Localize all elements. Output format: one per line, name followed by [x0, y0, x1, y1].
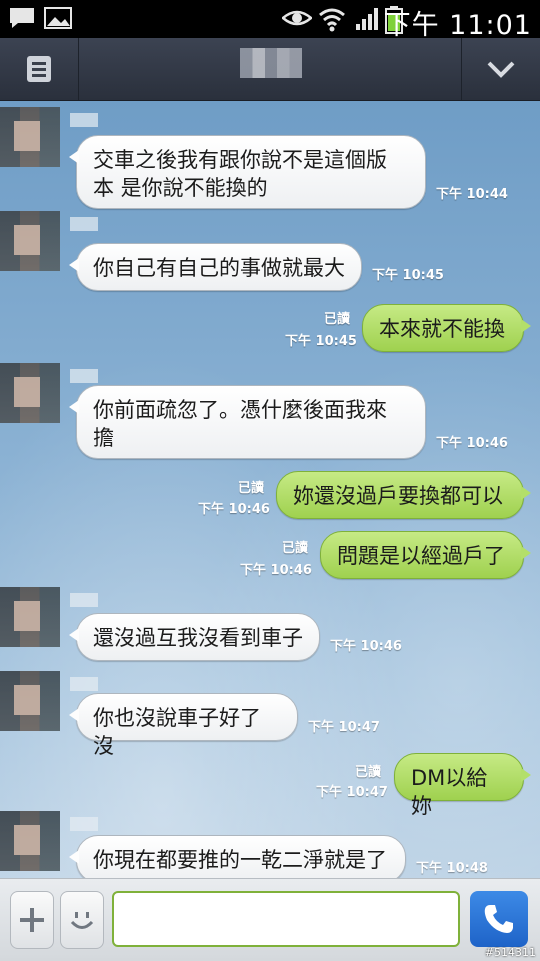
- read-receipt: 已讀: [282, 541, 309, 556]
- avatar[interactable]: [0, 587, 60, 647]
- message-time: 下午 10:45: [285, 334, 357, 349]
- message-text: 妳還沒過戶要換都可以: [293, 484, 503, 508]
- contact-name-blurred[interactable]: [240, 48, 302, 78]
- avatar[interactable]: [0, 211, 60, 271]
- collapse-button[interactable]: [461, 38, 540, 100]
- incoming-message-bubble[interactable]: 你前面疏忽了。憑什麼後面我來 擔: [69, 385, 426, 459]
- eye-icon: [282, 10, 312, 26]
- read-receipt: 已讀: [355, 765, 382, 780]
- menu-button[interactable]: [0, 38, 79, 100]
- image-notification-icon: [44, 7, 72, 29]
- message-time: 下午 10:46: [436, 436, 508, 451]
- message-input-bar: #514311: [0, 878, 540, 961]
- outgoing-message-bubble[interactable]: 問題是以經過戶了: [320, 531, 531, 579]
- sender-name-blurred: [70, 593, 98, 607]
- message-text-line: 擔: [93, 426, 114, 450]
- avatar[interactable]: [0, 811, 60, 871]
- plus-icon: [20, 908, 44, 932]
- add-attachment-button[interactable]: [10, 891, 54, 949]
- avatar[interactable]: [0, 671, 60, 731]
- chevron-down-icon: [487, 61, 515, 78]
- message-text: DM以給妳: [411, 766, 488, 818]
- read-receipt: 已讀: [238, 481, 265, 496]
- sender-name-blurred: [70, 217, 98, 231]
- message-text: 你現在都要推的一乾二淨就是了: [93, 848, 387, 872]
- message-text: 你也沒說車子好了沒: [93, 706, 261, 758]
- incoming-message-bubble[interactable]: 你自己有自己的事做就最大: [69, 243, 362, 291]
- message-text: 本來就不能換: [379, 317, 505, 341]
- status-bar: 下午 11:01: [0, 0, 540, 41]
- list-icon: [27, 56, 51, 82]
- phone-icon: [484, 905, 513, 933]
- message-text-line: 你前面疏忽了。憑什麼後面我來: [93, 398, 387, 422]
- sender-name-blurred: [70, 817, 98, 831]
- watermark: #514311: [484, 946, 536, 959]
- sender-name-blurred: [70, 677, 98, 691]
- signal-icon: [356, 8, 378, 30]
- message-text-line: 交車之後我有跟你說不是這個版: [93, 148, 387, 172]
- incoming-message-bubble[interactable]: 交車之後我有跟你說不是這個版 本 是你說不能換的: [69, 135, 426, 209]
- message-time: 下午 10:46: [240, 563, 312, 578]
- clock: 下午 11:01: [383, 10, 532, 41]
- message-time: 下午 10:46: [198, 502, 270, 517]
- message-text: 問題是以經過戶了: [337, 544, 505, 568]
- message-time: 下午 10:47: [316, 785, 388, 800]
- outgoing-message-bubble[interactable]: DM以給妳: [394, 753, 531, 818]
- smiley-icon: [70, 912, 94, 929]
- incoming-message-bubble[interactable]: 還沒過互我沒看到車子: [69, 613, 320, 661]
- message-input[interactable]: [112, 891, 460, 947]
- message-time: 下午 10:44: [436, 187, 508, 202]
- chat-message-list[interactable]: 交車之後我有跟你說不是這個版 本 是你說不能換的 下午 10:44 你自己有自己…: [0, 101, 540, 878]
- wifi-icon: [319, 8, 345, 32]
- message-text: 還沒過互我沒看到車子: [93, 626, 303, 650]
- sender-name-blurred: [70, 113, 98, 127]
- avatar[interactable]: [0, 363, 60, 423]
- emoji-button[interactable]: [60, 891, 104, 949]
- message-time: 下午 10:45: [372, 268, 444, 283]
- read-receipt: 已讀: [324, 312, 351, 327]
- avatar[interactable]: [0, 107, 60, 167]
- incoming-message-bubble[interactable]: 你也沒說車子好了沒: [69, 693, 298, 758]
- message-time: 下午 10:47: [308, 720, 380, 735]
- outgoing-message-bubble[interactable]: 本來就不能換: [362, 304, 531, 352]
- message-text: 你自己有自己的事做就最大: [93, 256, 345, 280]
- incoming-message-bubble[interactable]: 你現在都要推的一乾二淨就是了: [69, 835, 406, 878]
- call-button[interactable]: [470, 891, 528, 947]
- outgoing-message-bubble[interactable]: 妳還沒過戶要換都可以: [276, 471, 531, 519]
- chat-header: [0, 38, 540, 101]
- message-time: 下午 10:48: [416, 861, 488, 876]
- sender-name-blurred: [70, 369, 98, 383]
- message-time: 下午 10:46: [330, 639, 402, 654]
- chat-notification-icon: [10, 8, 34, 28]
- message-text-line: 本 是你說不能換的: [93, 176, 268, 200]
